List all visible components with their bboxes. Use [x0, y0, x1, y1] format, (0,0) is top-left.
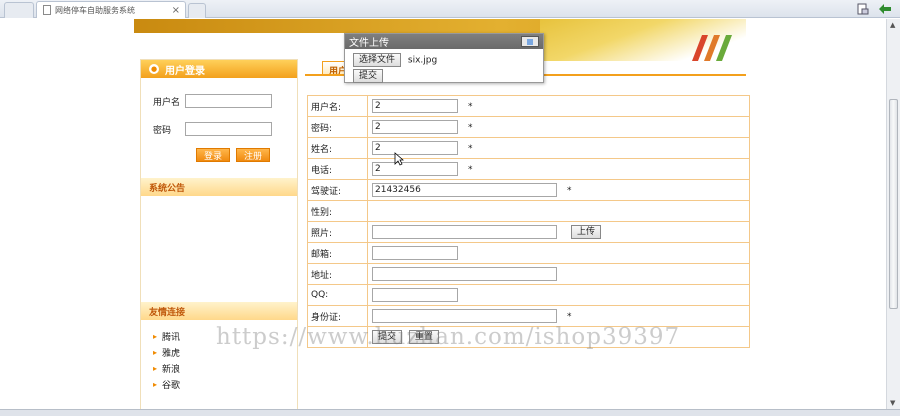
required-mark: *	[468, 143, 473, 154]
table-row: 电话: 2 *	[307, 158, 750, 180]
notice-title: 系统公告	[149, 183, 186, 194]
field-label: 邮箱:	[307, 242, 368, 264]
register-button[interactable]: 注册	[236, 148, 270, 162]
username-input[interactable]	[185, 94, 272, 108]
list-item[interactable]: ▸ 谷歌	[153, 376, 297, 392]
required-mark: *	[567, 185, 572, 196]
registration-form-table: 用户名: 2 * 密码: 2 * 姓名: 2 * 电话: 2 * 驾驶证: 214324…	[307, 95, 750, 348]
login-button[interactable]: 登录	[196, 148, 230, 162]
password-field[interactable]: 2	[372, 120, 458, 134]
login-title: 用户登录	[165, 65, 205, 77]
login-form: 用户名 密码 登录 注册	[141, 78, 297, 162]
username-field[interactable]: 2	[372, 99, 458, 113]
dialog-title: 文件上传	[349, 38, 389, 49]
field-label: 性别:	[307, 200, 368, 222]
list-item[interactable]: ▸ 新浪	[153, 360, 297, 376]
link-text[interactable]: 新浪	[162, 362, 180, 375]
dialog-submit-button[interactable]: 提交	[353, 69, 384, 83]
table-row: 照片: 上传	[307, 221, 750, 243]
email-field[interactable]	[372, 246, 458, 260]
compat-view-icon[interactable]	[856, 2, 870, 15]
close-tab-icon[interactable]: ×	[172, 5, 180, 16]
browser-tab-blank[interactable]	[4, 2, 34, 18]
link-text[interactable]: 腾讯	[162, 330, 180, 343]
phone-field[interactable]: 2	[372, 162, 458, 176]
links-title: 友情连接	[149, 307, 186, 318]
page-content: ● 用户登录 用户名 密码 登录 注册 系统公告 友情连接 ▸ 腾讯 ▸ 雅虎 …	[0, 19, 886, 409]
field-label: 用户名:	[307, 95, 368, 117]
name-field[interactable]: 2	[372, 141, 458, 155]
link-text[interactable]: 雅虎	[162, 346, 180, 359]
table-row: 用户名: 2 *	[307, 95, 750, 117]
banner-stripes-decoration	[692, 35, 732, 61]
table-row: 性别:	[307, 200, 750, 222]
bullet-icon: ▸	[153, 363, 158, 373]
scroll-down-icon[interactable]: ▼	[890, 399, 895, 407]
watermark-text: https://www.huzhan.com/ishop39397	[216, 324, 681, 350]
field-label: 地址:	[307, 263, 368, 285]
field-label: 姓名:	[307, 137, 368, 159]
address-field[interactable]	[372, 267, 557, 281]
left-sidebar: ● 用户登录 用户名 密码 登录 注册 系统公告 友情连接 ▸ 腾讯 ▸ 雅虎 …	[140, 59, 298, 409]
vertical-scrollbar[interactable]: ▲ ▼	[886, 19, 900, 409]
bullet-icon: ▸	[153, 331, 158, 341]
upload-button[interactable]: 上传	[571, 225, 602, 239]
field-label: 驾驶证:	[307, 179, 368, 201]
scroll-up-icon[interactable]: ▲	[890, 21, 895, 29]
browser-status-bar	[0, 409, 900, 416]
choose-file-button[interactable]: 选择文件	[353, 53, 402, 67]
browser-tab-bar: 网络停车自助服务系统 ×	[0, 0, 900, 18]
qq-field[interactable]	[372, 288, 458, 302]
link-text[interactable]: 谷歌	[162, 378, 180, 391]
bullet-icon: ▸	[153, 347, 158, 357]
notice-content	[141, 196, 297, 302]
id-card-field[interactable]	[372, 309, 557, 323]
password-label: 密码	[153, 125, 172, 136]
browser-tab-active[interactable]: 网络停车自助服务系统 ×	[36, 1, 186, 18]
field-label: 照片:	[307, 221, 368, 243]
bullet-icon: ▸	[153, 379, 158, 389]
dialog-title-bar: 文件上传	[345, 34, 543, 49]
license-field[interactable]: 21432456	[372, 183, 557, 197]
notice-box-header: 系统公告	[141, 178, 297, 196]
table-row: QQ:	[307, 284, 750, 306]
table-row: 驾驶证: 21432456 *	[307, 179, 750, 201]
gender-cell	[367, 200, 750, 222]
field-label: 电话:	[307, 158, 368, 180]
required-mark: *	[468, 101, 473, 112]
required-mark: *	[468, 164, 473, 175]
selected-file-name: six.jpg	[407, 55, 438, 66]
mouse-cursor-icon	[394, 152, 404, 166]
required-mark: *	[567, 311, 572, 322]
browser-tab-title: 网络停车自助服务系统	[55, 5, 135, 15]
file-upload-dialog: 文件上传 选择文件 six.jpg 提交	[344, 33, 544, 83]
field-label: QQ:	[307, 284, 368, 306]
table-row: 邮箱:	[307, 242, 750, 264]
table-row: 姓名: 2 *	[307, 137, 750, 159]
page-icon	[43, 5, 51, 15]
restore-icon[interactable]	[521, 36, 539, 47]
field-label: 密码:	[307, 116, 368, 138]
password-input[interactable]	[185, 122, 272, 136]
new-tab-button[interactable]	[188, 3, 206, 18]
table-row: 地址:	[307, 263, 750, 285]
username-label: 用户名	[153, 97, 181, 108]
required-mark: *	[468, 122, 473, 133]
photo-field[interactable]	[372, 225, 557, 239]
scroll-thumb[interactable]	[889, 99, 898, 309]
login-box-header: ● 用户登录	[141, 60, 297, 78]
bullet-icon: ●	[149, 64, 159, 74]
back-arrow-icon[interactable]	[878, 2, 892, 15]
table-row: 密码: 2 *	[307, 116, 750, 138]
links-box-header: 友情连接	[141, 302, 297, 320]
